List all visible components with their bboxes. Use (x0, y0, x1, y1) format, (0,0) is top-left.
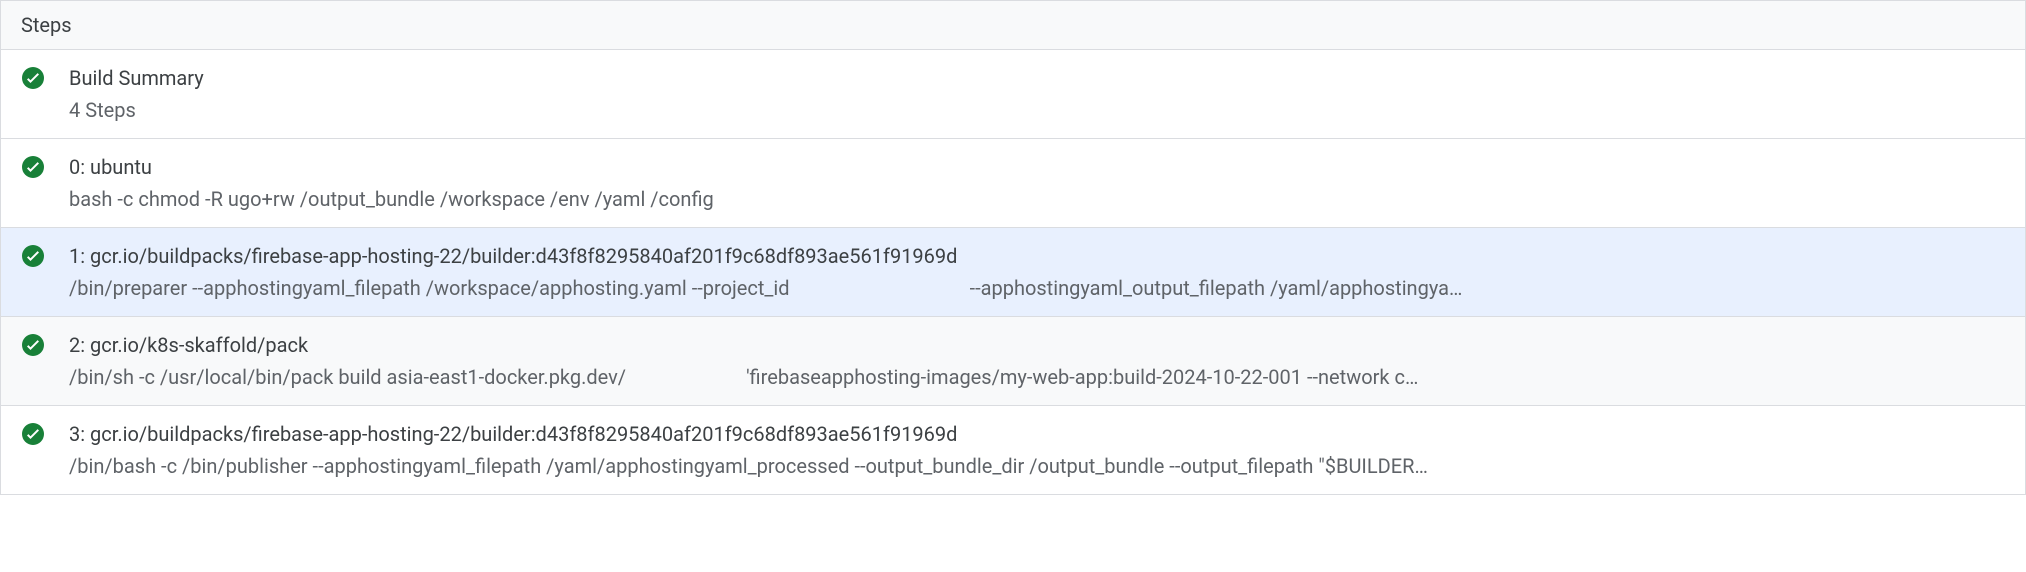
step-subtitle-part1: /bin/sh -c /usr/local/bin/pack build asi… (69, 363, 626, 391)
step-row-3[interactable]: 3: gcr.io/buildpacks/firebase-app-hostin… (1, 406, 2025, 494)
success-icon (21, 244, 45, 268)
step-content: 2: gcr.io/k8s-skaffold/pack /bin/sh -c /… (69, 331, 2005, 391)
build-summary-row[interactable]: Build Summary 4 Steps (1, 50, 2025, 139)
steps-header: Steps (1, 0, 2025, 50)
success-icon (21, 66, 45, 90)
success-icon (21, 422, 45, 446)
step-title: 1: gcr.io/buildpacks/firebase-app-hostin… (69, 242, 2005, 270)
step-subtitle: /bin/bash -c /bin/publisher --apphosting… (69, 452, 2005, 480)
step-subtitle-part1: /bin/preparer --apphostingyaml_filepath … (69, 274, 790, 302)
summary-title: Build Summary (69, 64, 2005, 92)
step-subtitle: bash -c chmod -R ugo+rw /output_bundle /… (69, 185, 2005, 213)
step-title: 2: gcr.io/k8s-skaffold/pack (69, 331, 2005, 359)
step-content: 0: ubuntu bash -c chmod -R ugo+rw /outpu… (69, 153, 2005, 213)
success-icon (21, 155, 45, 179)
step-content: 3: gcr.io/buildpacks/firebase-app-hostin… (69, 420, 2005, 480)
step-subtitle-part2: 'firebaseapphosting-images/my-web-app:bu… (746, 363, 1418, 391)
success-icon (21, 333, 45, 357)
step-subtitle: /bin/sh -c /usr/local/bin/pack build asi… (69, 363, 2005, 391)
step-content: Build Summary 4 Steps (69, 64, 2005, 124)
step-row-1[interactable]: 1: gcr.io/buildpacks/firebase-app-hostin… (1, 228, 2025, 317)
step-row-2[interactable]: 2: gcr.io/k8s-skaffold/pack /bin/sh -c /… (1, 317, 2025, 406)
steps-header-title: Steps (21, 13, 72, 37)
step-content: 1: gcr.io/buildpacks/firebase-app-hostin… (69, 242, 2005, 302)
summary-subtitle: 4 Steps (69, 96, 2005, 124)
step-title: 0: ubuntu (69, 153, 2005, 181)
step-row-0[interactable]: 0: ubuntu bash -c chmod -R ugo+rw /outpu… (1, 139, 2025, 228)
step-title: 3: gcr.io/buildpacks/firebase-app-hostin… (69, 420, 2005, 448)
step-subtitle-part2: --apphostingyaml_output_filepath /yaml/a… (970, 274, 1463, 302)
steps-panel: Steps Build Summary 4 Steps 0: ubuntu ba… (0, 0, 2026, 495)
step-subtitle: /bin/preparer --apphostingyaml_filepath … (69, 274, 2005, 302)
